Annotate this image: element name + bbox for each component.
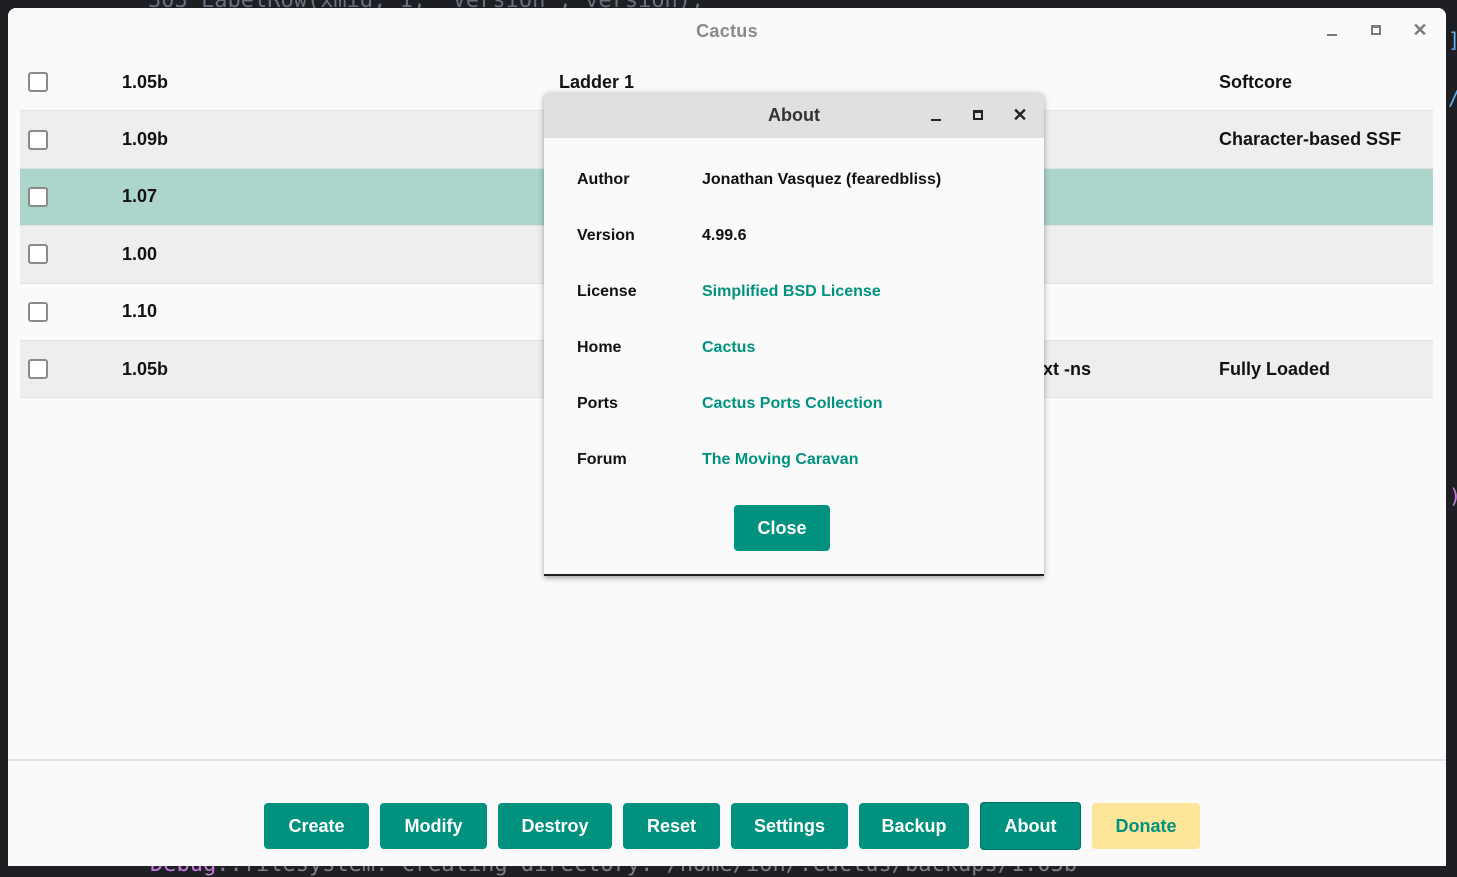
window-controls: ✕ <box>1320 18 1432 42</box>
maximize-icon <box>973 110 983 120</box>
row-type: Fully Loaded <box>1219 358 1331 379</box>
row-checkbox[interactable] <box>28 72 48 93</box>
dialog-close-button[interactable]: ✕ <box>1008 103 1032 127</box>
about-dialog-titlebar[interactable]: About ✕ <box>544 92 1044 138</box>
maximize-icon <box>1371 25 1381 35</box>
home-label: Home <box>577 339 622 356</box>
maximize-button[interactable] <box>1364 18 1388 42</box>
modify-button[interactable]: Modify <box>380 803 487 849</box>
row-version: 1.07 <box>122 186 158 207</box>
ports-row: Ports Cactus Ports Collection <box>577 395 882 413</box>
create-button[interactable]: Create <box>264 803 369 849</box>
author-label: Author <box>577 171 630 188</box>
forum-row: Forum The Moving Caravan <box>577 451 858 469</box>
row-version: 1.05b <box>122 358 169 379</box>
minimize-button[interactable] <box>1320 18 1344 42</box>
row-type: Softcore <box>1219 71 1293 92</box>
author-row: Author Jonathan Vasquez (fearedbliss) <box>577 171 941 189</box>
settings-button[interactable]: Settings <box>731 803 848 849</box>
row-version: 1.10 <box>122 301 158 322</box>
row-checkbox[interactable] <box>28 186 48 207</box>
version-label: Version <box>577 227 635 244</box>
reset-button[interactable]: Reset <box>623 803 720 849</box>
forum-label: Forum <box>577 451 627 468</box>
about-close-button[interactable]: Close <box>734 505 830 551</box>
version-row: Version 4.99.6 <box>577 227 746 245</box>
dialog-minimize-button[interactable] <box>924 103 948 127</box>
license-label: License <box>577 283 637 300</box>
minimize-icon <box>1327 34 1337 36</box>
row-checkbox[interactable] <box>28 359 48 380</box>
main-titlebar[interactable]: Cactus ✕ <box>8 8 1446 54</box>
action-button-bar: Create Modify Destroy Reset Settings Bac… <box>264 802 1200 850</box>
close-icon: ✕ <box>1012 104 1028 125</box>
ports-label: Ports <box>577 395 618 412</box>
dialog-window-controls: ✕ <box>924 103 1032 127</box>
ports-link[interactable]: Cactus Ports Collection <box>702 395 882 413</box>
row-version: 1.05b <box>122 71 169 92</box>
dialog-maximize-button[interactable] <box>966 103 990 127</box>
row-type: Character-based SSF <box>1219 129 1402 150</box>
about-button[interactable]: About <box>980 802 1081 850</box>
row-version: 1.09b <box>122 129 169 150</box>
home-row: Home Cactus <box>577 339 755 357</box>
backup-button[interactable]: Backup <box>859 803 969 849</box>
forum-link[interactable]: The Moving Caravan <box>702 451 858 469</box>
close-icon: ✕ <box>1412 19 1428 40</box>
license-link[interactable]: Simplified BSD License <box>702 283 881 301</box>
version-value: 4.99.6 <box>702 227 747 244</box>
background-paren-mark: ) <box>1449 484 1457 508</box>
background-slash-mark: / <box>1448 86 1457 110</box>
window-title: Cactus <box>696 20 758 41</box>
destroy-button[interactable]: Destroy <box>498 803 612 849</box>
license-row: License Simplified BSD License <box>577 283 881 301</box>
row-checkbox[interactable] <box>28 244 48 265</box>
donate-button[interactable]: Donate <box>1092 803 1200 849</box>
author-value: Jonathan Vasquez (fearedbliss) <box>702 171 942 188</box>
bottom-separator <box>8 759 1446 761</box>
row-name: Ladder 1 <box>559 71 635 92</box>
home-link[interactable]: Cactus <box>702 339 755 357</box>
row-version: 1.00 <box>122 243 158 264</box>
close-window-button[interactable]: ✕ <box>1408 18 1432 42</box>
row-checkbox[interactable] <box>28 129 48 150</box>
about-dialog-title: About <box>768 104 820 125</box>
minimize-icon <box>931 119 941 121</box>
about-dialog: About ✕ Author Jonathan Vasquez (fearedb… <box>544 92 1044 576</box>
background-bracket-mark: ] <box>1448 28 1457 52</box>
dialog-bottom-edge <box>544 574 1044 576</box>
row-checkbox[interactable] <box>28 301 48 322</box>
